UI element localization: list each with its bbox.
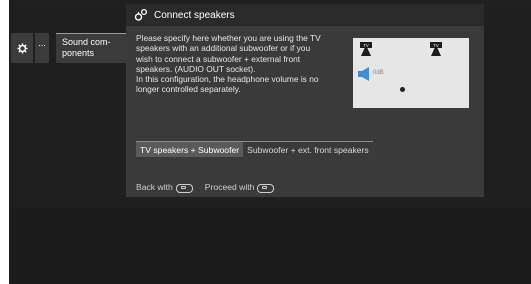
connect-speakers-dialog: Connect speakers Please specify here whe… bbox=[126, 4, 484, 197]
description-line: speakers with an additional subwoofer or… bbox=[136, 43, 311, 54]
back-key-icon bbox=[175, 183, 193, 193]
more-menu-item[interactable]: ... bbox=[35, 33, 49, 63]
dialog-header: Connect speakers bbox=[126, 4, 484, 26]
listener-dot bbox=[400, 87, 405, 92]
background-area bbox=[9, 208, 531, 284]
tv-speaker-icon: TV bbox=[360, 42, 372, 56]
option-label: TV speakers + Subwoofer bbox=[140, 145, 240, 155]
sound-components-menu-item[interactable]: Sound com- ponents bbox=[56, 33, 126, 63]
option-tv-speakers-subwoofer[interactable]: TV speakers + Subwoofer bbox=[136, 141, 244, 157]
back-hint: Back with bbox=[136, 182, 173, 192]
dialog-title: Connect speakers bbox=[154, 9, 235, 21]
tv-speaker-icon: TV bbox=[430, 42, 442, 56]
sound-label-line1: Sound com- bbox=[62, 37, 111, 47]
description-line: wish to connect a subwoofer + external f… bbox=[136, 53, 301, 64]
speaker-setup-preview: TV TV 0dB bbox=[353, 38, 469, 108]
settings-menu-item[interactable] bbox=[11, 33, 33, 63]
dialog-footer: Back with Proceed with bbox=[136, 182, 278, 193]
description-line: Please specify here whether you are usin… bbox=[136, 33, 321, 43]
sound-label-line2: ponents bbox=[62, 48, 95, 58]
speaker-options: TV speakers + Subwoofer Subwoofer + ext.… bbox=[136, 141, 373, 157]
volume-level-label: 0dB bbox=[373, 70, 384, 76]
speakers-icon bbox=[134, 8, 148, 21]
tv-label-left: TV bbox=[363, 43, 369, 48]
option-label: Subwoofer + ext. front speakers bbox=[247, 145, 369, 155]
tv-screen: ... Sound com- ponents Connect speakers … bbox=[9, 0, 531, 284]
dialog-description: Please specify here whether you are usin… bbox=[136, 33, 354, 95]
tv-label-right: TV bbox=[433, 43, 439, 48]
description-line: speakers. (AUDIO OUT socket). bbox=[136, 63, 256, 74]
option-subwoofer-ext-front[interactable]: Subwoofer + ext. front speakers bbox=[243, 141, 373, 157]
volume-indicator: 0dB bbox=[357, 66, 389, 82]
description-line: longer controlled separately. bbox=[136, 84, 241, 95]
volume-speaker-icon bbox=[358, 67, 369, 81]
proceed-key-icon bbox=[257, 183, 275, 193]
proceed-hint: Proceed with bbox=[204, 182, 255, 192]
gear-icon bbox=[16, 42, 28, 54]
more-label: ... bbox=[38, 38, 46, 48]
description-line: In this configuration, the headphone vol… bbox=[136, 74, 319, 85]
